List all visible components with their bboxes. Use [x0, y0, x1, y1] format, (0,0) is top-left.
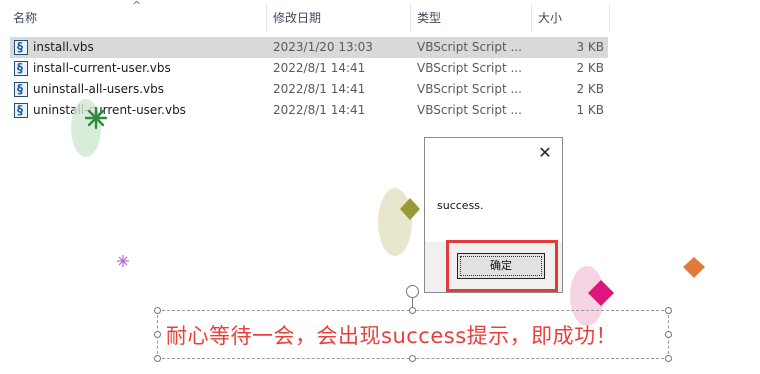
annotation-text: 耐心等待一会，会出现success提示，即成功！: [166, 324, 618, 348]
rotate-handle[interactable]: [406, 285, 419, 298]
resize-handle[interactable]: [154, 355, 161, 362]
close-icon[interactable]: ✕: [536, 144, 554, 162]
green-asterisk-shape: [84, 106, 108, 130]
resize-handle[interactable]: [409, 307, 416, 314]
dialog-message: success.: [437, 199, 484, 212]
resize-handle[interactable]: [665, 331, 672, 338]
resize-handle[interactable]: [665, 307, 672, 314]
purple-snowflake-shape: [117, 255, 129, 267]
dialog-content-area: ✕ success.: [425, 138, 562, 242]
resize-handle[interactable]: [665, 355, 672, 362]
beige-blob-shape: [378, 188, 412, 256]
resize-handle[interactable]: [409, 355, 416, 362]
resize-handle[interactable]: [154, 307, 161, 314]
ok-button[interactable]: 确定: [457, 253, 545, 279]
orange-diamond-shape: [683, 257, 705, 278]
resize-handle[interactable]: [154, 331, 161, 338]
